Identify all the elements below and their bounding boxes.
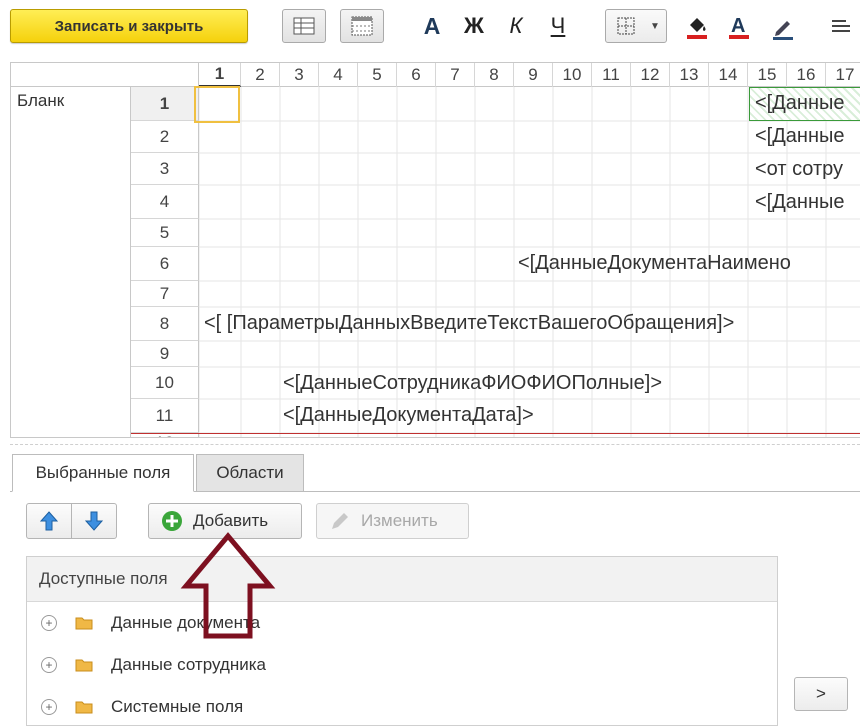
column-header[interactable]: 1 xyxy=(199,63,241,87)
page-grid-icon xyxy=(351,16,373,36)
cell-text[interactable]: <[ДанныеСотрудникаФИОФИОПолные]> xyxy=(283,372,662,395)
row-header[interactable]: 6 xyxy=(131,247,199,281)
column-header[interactable]: 5 xyxy=(358,63,397,87)
folder-icon xyxy=(75,701,93,714)
tab-selected-fields[interactable]: Выбранные поля xyxy=(12,454,194,492)
expand-icon[interactable]: + xyxy=(41,615,57,631)
column-header[interactable]: 14 xyxy=(709,63,748,87)
row-header[interactable]: 3 xyxy=(131,153,199,185)
expand-icon[interactable]: + xyxy=(41,657,57,673)
column-header[interactable]: 10 xyxy=(553,63,592,87)
column-header[interactable]: 7 xyxy=(436,63,475,87)
tree-item-label: Данные сотрудника xyxy=(111,655,266,674)
page-view-button[interactable] xyxy=(340,9,384,43)
row-header[interactable]: 2 xyxy=(131,121,199,153)
borders-dropdown[interactable]: ▼ xyxy=(605,9,667,43)
cell-text[interactable]: <[Данные xyxy=(755,191,845,214)
move-up-button[interactable] xyxy=(26,503,72,539)
align-left-icon xyxy=(832,20,850,32)
move-down-button[interactable] xyxy=(71,503,117,539)
available-fields-tree[interactable]: Доступные поля + Данные документа + Данн… xyxy=(26,556,778,726)
folder-icon xyxy=(75,659,93,672)
annotation-arrow-icon xyxy=(180,532,276,639)
borders-icon xyxy=(617,17,635,35)
tree-item[interactable]: + Данные сотрудника xyxy=(27,645,266,685)
cell-text[interactable]: <[ДанныеДокументаНаимено xyxy=(518,252,791,275)
tree-item-label: Системные поля xyxy=(111,697,244,716)
pencil-icon xyxy=(773,21,793,40)
column-header[interactable]: 6 xyxy=(397,63,436,87)
tree-item[interactable]: + Системные поля xyxy=(27,687,243,727)
cell-text[interactable]: <[ДанныеДокументаДата]> xyxy=(283,404,534,427)
fill-color-button[interactable] xyxy=(684,13,710,41)
highlight-button[interactable] xyxy=(770,13,796,41)
expand-icon[interactable]: + xyxy=(41,699,57,715)
column-header[interactable]: 17 xyxy=(826,63,860,87)
underline-button[interactable]: Ч xyxy=(544,12,572,40)
paint-bucket-icon xyxy=(687,18,707,39)
column-header[interactable]: 13 xyxy=(670,63,709,87)
font-color-button[interactable]: A xyxy=(726,13,752,41)
align-button[interactable] xyxy=(830,17,852,39)
column-header[interactable]: 2 xyxy=(241,63,280,87)
move-right-button[interactable]: > xyxy=(794,677,848,711)
cell-text[interactable]: <[Данные xyxy=(755,92,845,115)
section-panel xyxy=(11,87,131,437)
column-header[interactable]: 15 xyxy=(748,63,787,87)
row-header[interactable]: 5 xyxy=(131,219,199,247)
svg-text:A: A xyxy=(731,15,745,37)
row-header[interactable]: 10 xyxy=(131,367,199,399)
cell-text[interactable]: <[ [ПараметрыДанныхВведитеТекстВашегоОбр… xyxy=(204,312,734,335)
add-button-label: Добавить xyxy=(193,511,269,530)
tab-areas[interactable]: Области xyxy=(196,454,304,492)
row-header[interactable]: 4 xyxy=(131,185,199,219)
row-header[interactable]: 7 xyxy=(131,281,199,307)
chevron-down-icon: ▼ xyxy=(650,20,660,32)
table-view-button[interactable] xyxy=(282,9,326,43)
column-header[interactable]: 8 xyxy=(475,63,514,87)
page-boundary-line xyxy=(131,433,860,434)
tree-header: Доступные поля xyxy=(27,557,777,602)
row-header[interactable]: 1 xyxy=(131,87,199,121)
column-header[interactable]: 16 xyxy=(787,63,826,87)
row-header[interactable]: 9 xyxy=(131,341,199,367)
cell-text[interactable]: <от сотру xyxy=(755,158,843,181)
column-header[interactable]: 4 xyxy=(319,63,358,87)
cell-text[interactable]: <[Данные xyxy=(755,125,845,148)
pencil-icon xyxy=(332,513,348,529)
folder-icon xyxy=(75,617,93,630)
column-header[interactable]: 11 xyxy=(592,63,631,87)
column-header[interactable]: 3 xyxy=(280,63,319,87)
row-header[interactable]: 8 xyxy=(131,307,199,341)
font-color-icon: A xyxy=(729,15,749,39)
font-bold-a-button[interactable]: А xyxy=(418,12,446,40)
plus-circle-icon xyxy=(162,511,182,531)
bold-button[interactable]: Ж xyxy=(460,12,488,40)
arrow-up-icon xyxy=(40,511,58,531)
spreadsheet[interactable]: 1 2 3 4 5 6 7 8 9 10 11 12 13 14 15 16 1… xyxy=(10,62,860,438)
selected-cell[interactable] xyxy=(194,86,240,123)
corner-cell xyxy=(131,63,199,87)
row-header[interactable]: 11 xyxy=(131,399,199,433)
edit-button-label: Изменить xyxy=(361,511,438,530)
column-header[interactable]: 9 xyxy=(514,63,553,87)
edit-button[interactable]: Изменить xyxy=(316,503,469,539)
save-and-close-button[interactable]: Записать и закрыть xyxy=(10,9,248,43)
splitter[interactable] xyxy=(10,444,860,445)
italic-button[interactable]: К xyxy=(502,12,530,40)
section-label[interactable]: Бланк xyxy=(17,91,64,111)
table-icon xyxy=(293,17,315,35)
arrow-down-icon xyxy=(85,511,103,531)
column-header[interactable]: 12 xyxy=(631,63,670,87)
